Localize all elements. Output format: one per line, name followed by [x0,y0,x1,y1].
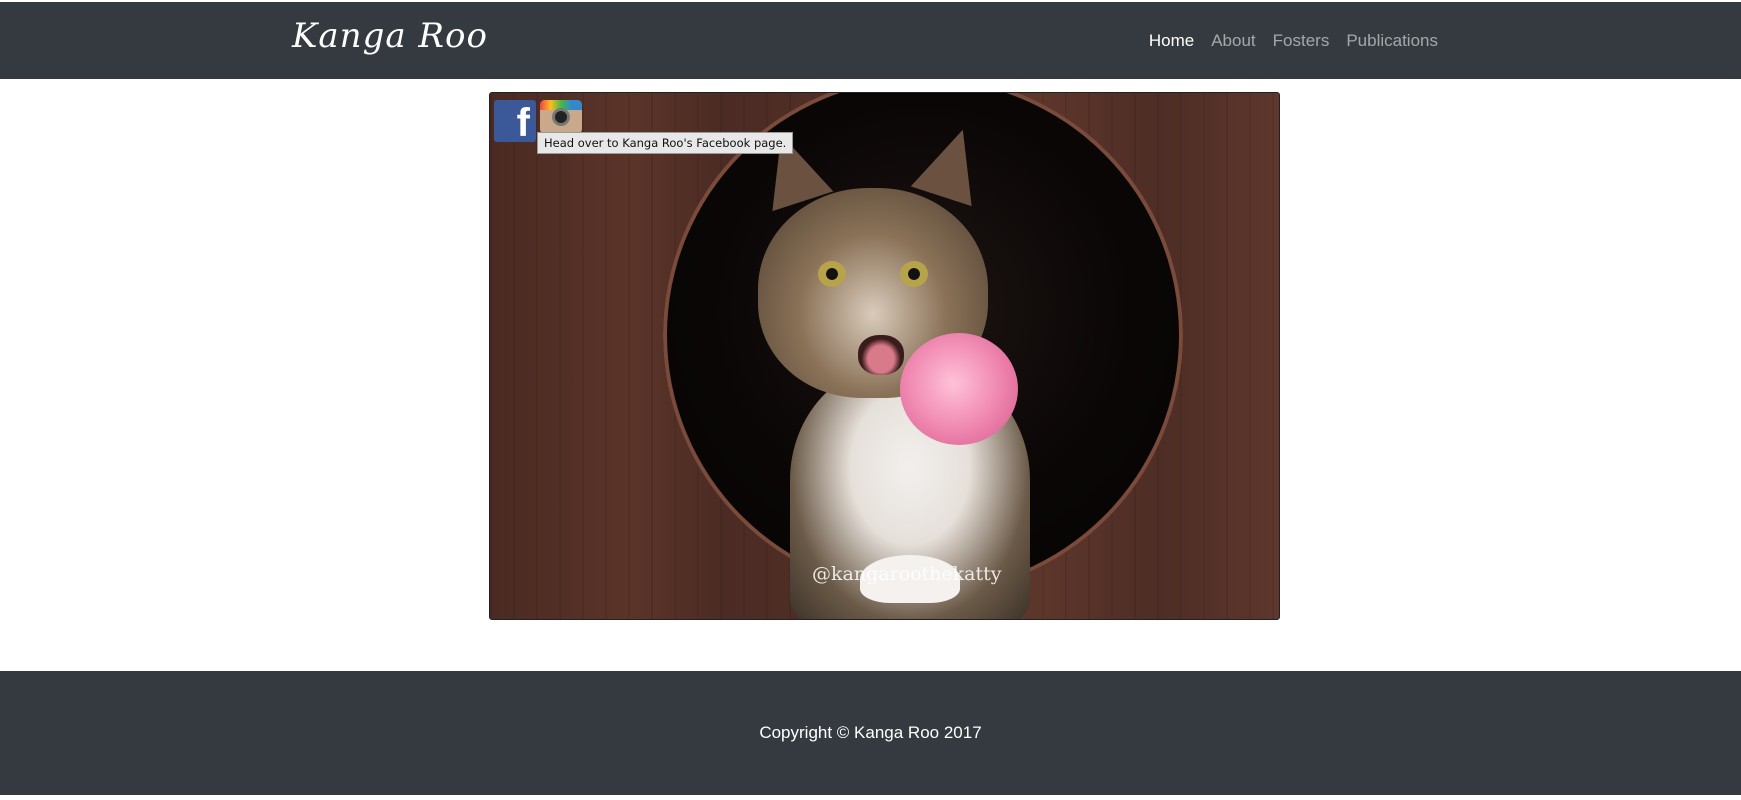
top-navbar: Kanga Roo Home About Fosters Publication… [0,2,1741,79]
instagram-icon[interactable] [540,100,582,134]
copyright-text: Copyright © Kanga Roo 2017 [759,723,982,742]
cat-eye-left [818,261,846,287]
nav-link-fosters[interactable]: Fosters [1273,31,1330,51]
nav-link-publications[interactable]: Publications [1346,31,1438,51]
cat-photo: @kangaroothekatty [489,92,1280,620]
footer: Copyright © Kanga Roo 2017 [0,671,1741,795]
cat-eye-right [900,261,928,287]
nav-link-home[interactable]: Home [1149,31,1194,51]
photo-watermark: @kangaroothekatty [812,563,1002,585]
facebook-icon[interactable]: f [494,100,536,145]
nav-link-about[interactable]: About [1211,31,1255,51]
brand-logo[interactable]: Kanga Roo [292,16,488,56]
facebook-tooltip: Head over to Kanga Roo's Facebook page. [537,132,794,154]
cat-mouth [858,335,904,375]
main-nav: Home About Fosters Publications [1149,2,1438,79]
pink-flower-collar [900,333,1018,445]
